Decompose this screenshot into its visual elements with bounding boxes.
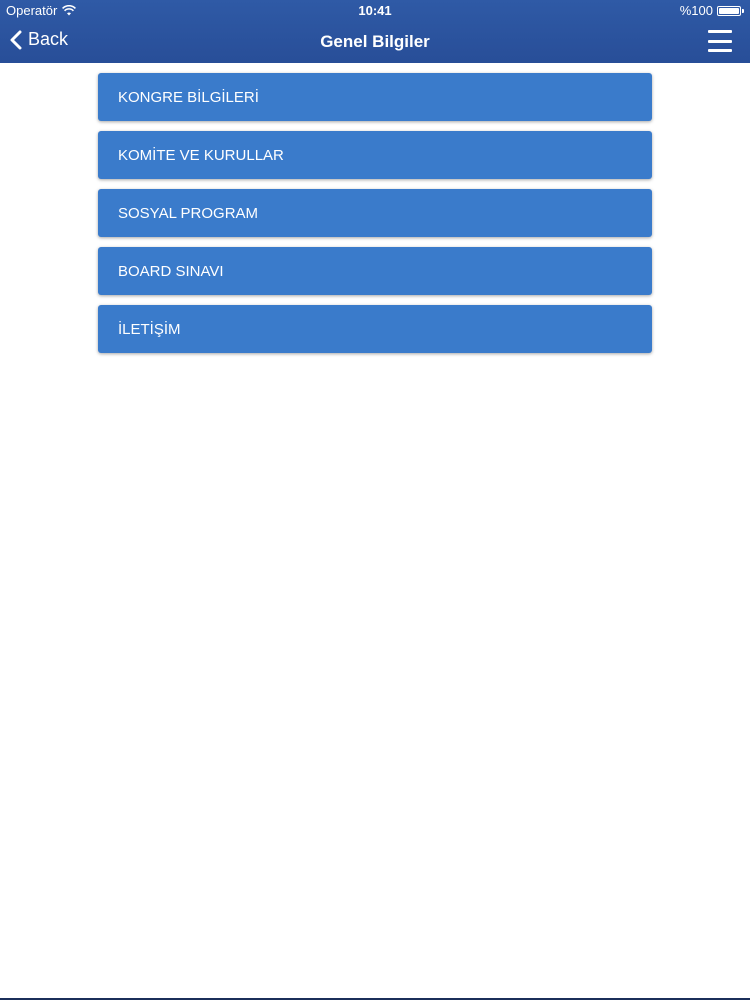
menu-item-label: KOMİTE VE KURULLAR <box>118 146 284 164</box>
battery-percent: %100 <box>679 3 713 18</box>
menu-item-board-sinavi[interactable]: BOARD SINAVI <box>98 247 652 295</box>
menu-item-label: KONGRE BİLGİLERİ <box>118 88 259 106</box>
menu-item-iletisim[interactable]: İLETİŞİM <box>98 305 652 353</box>
menu-item-label: İLETİŞİM <box>118 320 181 338</box>
page-title: Genel Bilgiler <box>320 32 430 51</box>
top-bar: Operatör 10:41 %100 Back Genel Bilgiler <box>0 0 750 63</box>
menu-item-komite-ve-kurullar[interactable]: KOMİTE VE KURULLAR <box>98 131 652 179</box>
menu-item-sosyal-program[interactable]: SOSYAL PROGRAM <box>98 189 652 237</box>
menu-item-kongre-bilgileri[interactable]: KONGRE BİLGİLERİ <box>98 73 652 121</box>
hamburger-menu-icon[interactable] <box>708 30 732 52</box>
menu-item-label: SOSYAL PROGRAM <box>118 204 259 222</box>
battery-icon <box>717 5 741 16</box>
screen: Operatör 10:41 %100 Back Genel Bilgiler … <box>0 0 750 1000</box>
status-battery: %100 <box>680 3 744 18</box>
nav-bar: Back Genel Bilgiler <box>0 22 750 63</box>
menu-item-label: BOARD SINAVI <box>118 262 224 280</box>
menu-list: KONGRE BİLGİLERİ KOMİTE VE KURULLAR SOSY… <box>98 73 652 363</box>
status-bar: Operatör 10:41 %100 <box>0 0 750 22</box>
status-time: 10:41 <box>358 3 392 18</box>
